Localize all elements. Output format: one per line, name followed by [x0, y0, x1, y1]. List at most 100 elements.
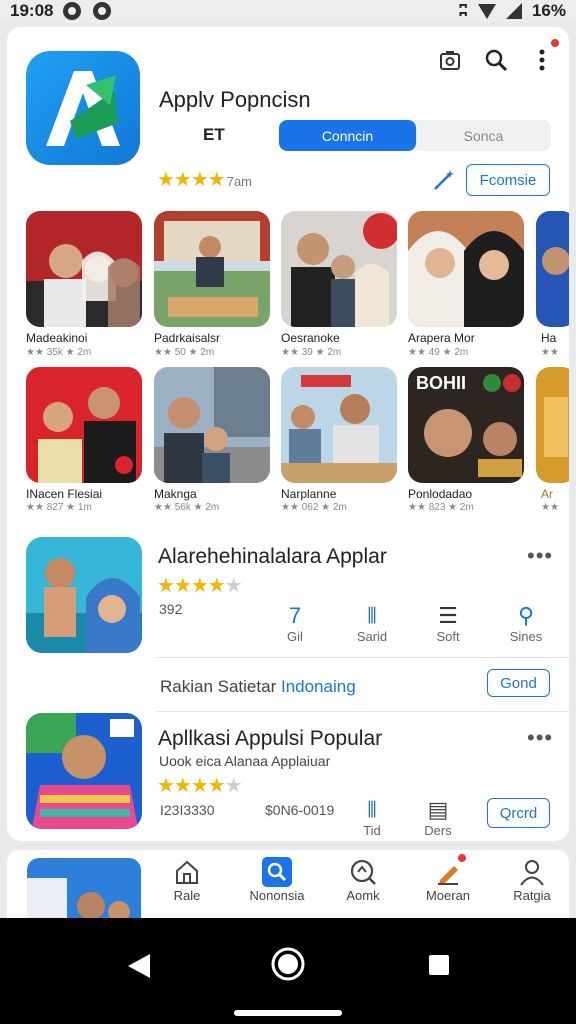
- tile-meta: ★★ 062 ★ 2m: [281, 502, 347, 513]
- tile-image-4[interactable]: [408, 211, 524, 327]
- signal-icon: [505, 3, 522, 19]
- tile-name: Oesranoke: [281, 331, 340, 345]
- tile-meta: ★★ 49 ★ 2m: [408, 347, 469, 358]
- gesture-bar[interactable]: [234, 1010, 342, 1016]
- camera-icon[interactable]: [437, 47, 463, 73]
- bottom-nav: Rale Nononsia Aomk Moeran Ratgia: [7, 850, 569, 918]
- tile-meta: ★★ 823 ★ 2m: [408, 502, 474, 513]
- stat-4[interactable]: ⚲ Sines: [496, 603, 556, 644]
- popular-button[interactable]: Qrcrd: [487, 798, 550, 828]
- promo-text: Rakian Satietar: [160, 677, 277, 696]
- chart-icon: ⫴: [367, 797, 377, 822]
- vibrate-icon: ʭ: [458, 1, 468, 20]
- featured-button[interactable]: Gond: [487, 669, 550, 697]
- battery-level: 16%: [531, 1, 566, 20]
- status-time: 19:08: [10, 1, 54, 20]
- tile-meta: ★★ 56k ★ 2m: [154, 502, 220, 513]
- divider: [157, 657, 569, 658]
- tile-image-7[interactable]: [154, 367, 270, 483]
- stat-2[interactable]: ⫴ Sarid: [342, 603, 402, 644]
- nav-home-label: Rale: [173, 888, 201, 903]
- tile-name: Padrkaisalsr: [154, 331, 221, 345]
- tile-image-8[interactable]: [281, 367, 397, 483]
- stat-3-label: Soft: [436, 629, 460, 644]
- segmented-control: Conncin Sonca: [279, 120, 551, 151]
- stat-4-icon: ⚲: [517, 603, 535, 628]
- tile-meta: ★★ 827 ★ 1m: [26, 502, 92, 513]
- status-bar: 19:08 ʭ 16%: [0, 0, 576, 22]
- app-rating: ★★★★ 7am: [157, 169, 253, 191]
- featured-title: Alarehehinalalara Applar: [158, 545, 387, 568]
- featured-stars: ★★★★★: [157, 575, 243, 597]
- promo-line: Rakian Satietar Indonaing: [160, 677, 356, 697]
- popular-num-2: $0N6-0019: [265, 802, 335, 818]
- stat-4-label: Sines: [509, 629, 543, 644]
- popular-stat-1[interactable]: ⫴ Tid: [342, 797, 402, 838]
- popular-stat-2[interactable]: ▤ Ders: [408, 797, 468, 838]
- tile-image-3[interactable]: [281, 211, 397, 327]
- tile-meta: ★★ 50 ★ 2m: [154, 347, 215, 358]
- nav-home[interactable]: Rale: [137, 856, 237, 903]
- segment-active[interactable]: Conncin: [279, 120, 416, 151]
- tile-meta: ★★ 35k ★ 2m: [26, 347, 92, 358]
- wifi-icon: [477, 3, 496, 19]
- magic-wand-icon[interactable]: [431, 167, 457, 193]
- popular-subtitle: Uook eica Alanaa Applaiuar: [159, 753, 331, 769]
- nav-search[interactable]: Nononsia: [227, 856, 327, 903]
- system-navigation-bar: [0, 918, 576, 1024]
- popular-stat-1-label: Tid: [363, 823, 381, 838]
- popular-num-1: I23I3330: [160, 802, 215, 818]
- stat-2-label: Sarid: [356, 629, 388, 644]
- popular-title: Apllkasi Appulsi Popular: [158, 727, 383, 750]
- back-icon[interactable]: [126, 952, 152, 980]
- more-menu-icon[interactable]: [529, 37, 561, 73]
- popular-app-icon[interactable]: [26, 713, 142, 829]
- notification-icon: [63, 2, 82, 20]
- promo-link[interactable]: Indonaing: [281, 677, 356, 696]
- stat-1-icon: 7: [288, 603, 302, 628]
- stat-1-label: Gil: [287, 629, 303, 644]
- tile-image-1[interactable]: [26, 211, 142, 327]
- featured-more-icon[interactable]: •••: [527, 543, 553, 569]
- document-icon: ▤: [427, 797, 449, 822]
- home-button-icon[interactable]: [270, 946, 306, 982]
- featured-count: 392: [159, 601, 183, 617]
- home-icon: [137, 856, 237, 888]
- stat-1[interactable]: 7 Gil: [265, 603, 325, 644]
- popular-stat-2-label: Ders: [424, 823, 452, 838]
- rating-value: 7am: [226, 174, 253, 189]
- action-button[interactable]: Fcomsie: [466, 164, 550, 196]
- tile-name: Madeakinoi: [26, 331, 88, 345]
- nav-profile[interactable]: Ratgia: [482, 856, 569, 903]
- tile-name: Narplanne: [281, 487, 337, 501]
- recents-icon[interactable]: [428, 954, 450, 976]
- nav-badge: [456, 852, 468, 864]
- tile-image-10[interactable]: [536, 367, 569, 483]
- tile-image-9[interactable]: BOHII: [408, 367, 524, 483]
- tile-name: Ar: [541, 487, 553, 501]
- search-icon[interactable]: [483, 47, 509, 73]
- tile-name: Ponlodadao: [408, 487, 473, 501]
- app-title: Applv Popncisn: [159, 87, 311, 112]
- stat-3[interactable]: ☰ Soft: [418, 603, 478, 644]
- tile-image-6[interactable]: [26, 367, 142, 483]
- featured-app-icon[interactable]: [26, 537, 142, 653]
- tile-meta: ★★: [541, 347, 559, 358]
- app-logo-icon: [26, 51, 140, 165]
- tile-name: Maknga: [154, 487, 197, 501]
- tile-image-5[interactable]: [536, 211, 569, 327]
- nav-profile-label: Ratgia: [513, 888, 551, 903]
- tile-name: Arapera Mor: [408, 331, 475, 345]
- tile-image-2[interactable]: [154, 211, 270, 327]
- nav-thumbnail-image[interactable]: [27, 858, 141, 918]
- main-card: Applv Popncisn ET Conncin Sonca ★★★★ 7am …: [7, 27, 569, 841]
- segment-inactive[interactable]: Sonca: [416, 120, 551, 151]
- popular-more-icon[interactable]: •••: [527, 725, 553, 751]
- et-label: ET: [203, 125, 225, 144]
- tile-name: INacen Flesiai: [26, 487, 103, 501]
- nav-search-label: Nononsia: [249, 888, 305, 903]
- notification-badge: [549, 37, 561, 49]
- svg-text:BOHII: BOHII: [416, 373, 466, 393]
- search-icon: [227, 856, 327, 888]
- popular-stars: ★★★★★: [157, 775, 243, 797]
